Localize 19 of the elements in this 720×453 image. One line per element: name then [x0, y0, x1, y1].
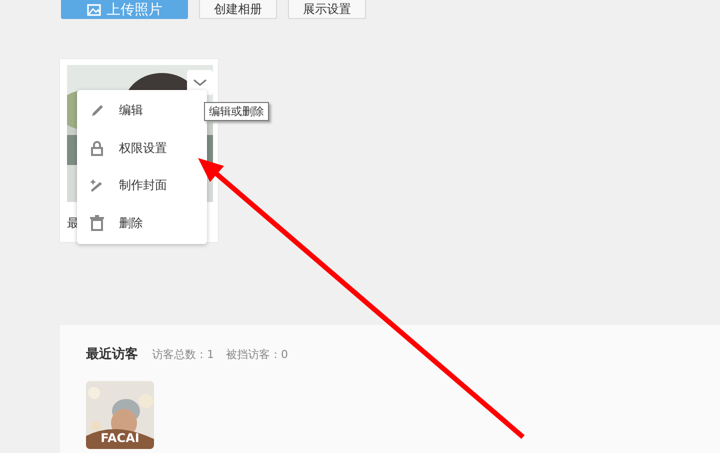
visitor-name: FACAI — [100, 431, 140, 445]
blocked-count: 被挡访客：0 — [226, 347, 288, 362]
image-icon — [86, 4, 100, 16]
visitor-avatar[interactable]: FACAI — [86, 381, 154, 449]
album-title: 最 — [67, 215, 79, 232]
wand-icon — [89, 178, 105, 194]
menu-item[interactable]: 权限设置 — [77, 130, 207, 166]
toolbar-button[interactable]: 创建相册 — [199, 0, 277, 19]
chevron-down-icon — [193, 78, 207, 86]
pencil-icon — [89, 102, 105, 119]
section-title: 最近访客 — [86, 346, 138, 363]
menu-item[interactable]: 删除 — [77, 205, 207, 242]
trash-icon — [89, 215, 105, 232]
menu-item[interactable]: 制作封面 — [77, 168, 207, 204]
menu-item[interactable]: 编辑 — [77, 92, 207, 129]
tooltip: 编辑或删除 — [204, 102, 269, 121]
visitor-count: 访客总数：1 — [152, 347, 214, 362]
toolbar-button[interactable]: 展示设置 — [288, 0, 366, 19]
lock-icon — [89, 140, 105, 156]
